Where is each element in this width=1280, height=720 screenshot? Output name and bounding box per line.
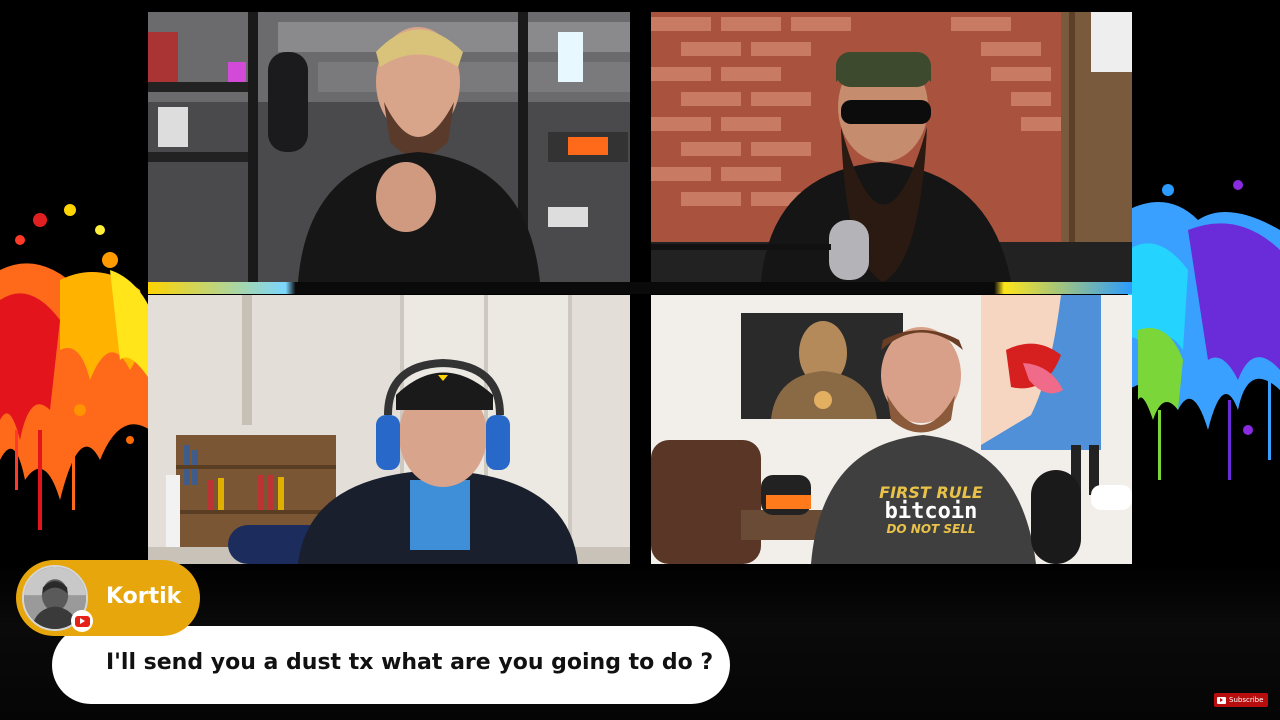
youtube-icon [71,610,93,632]
colour-strip [148,282,1132,294]
tshirt-print: FIRST RULE bitcoin DO NOT SELL [856,485,1006,536]
chat-author-name: Kortik [106,584,182,609]
video-tile-bottom-left[interactable] [148,295,630,564]
paint-splatter-left [0,180,160,540]
subscribe-button[interactable]: Subscribe [1214,693,1268,707]
video-tile-bottom-right[interactable]: FIRST RULE bitcoin DO NOT SELL [651,295,1132,564]
tshirt-line-3: DO NOT SELL [886,522,976,536]
participant-video-3 [148,295,630,564]
youtube-logo-icon [1217,696,1226,704]
video-tile-top-left[interactable] [148,12,630,282]
tshirt-line-2: bitcoin [884,499,978,524]
subscribe-label: Subscribe [1229,696,1264,704]
chat-message-text: I'll send you a dust tx what are you goi… [106,650,714,675]
paint-splatter-right [1128,170,1280,500]
video-tile-top-right[interactable] [651,12,1132,282]
participant-video-2 [651,12,1132,282]
participant-video-1 [148,12,630,282]
